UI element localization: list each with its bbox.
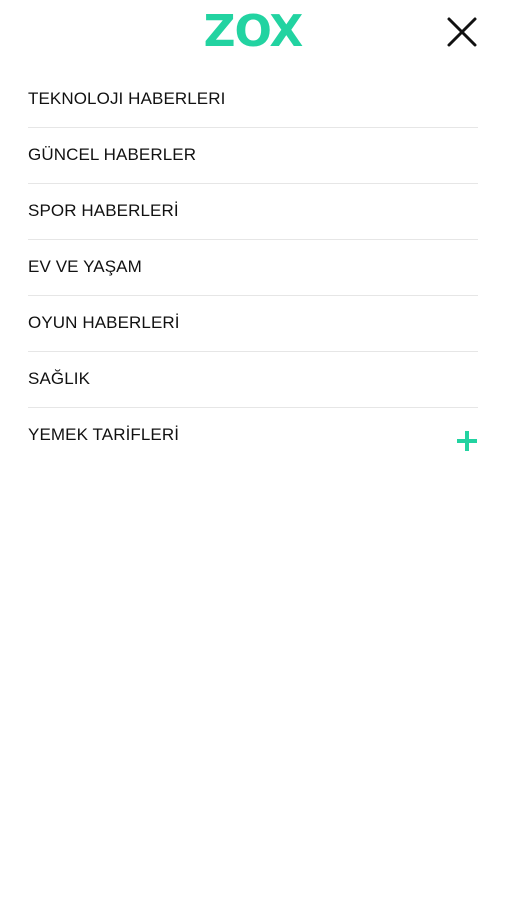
menu-item-ev-ve-yasam[interactable]: EV VE YAŞAM	[28, 240, 478, 296]
menu-item-label: SPOR HABERLERİ	[28, 201, 179, 220]
close-button[interactable]	[446, 16, 478, 48]
menu-item-saglik[interactable]: SAĞLIK	[28, 352, 478, 408]
menu-item-oyun-haberleri[interactable]: OYUN HABERLERİ	[28, 296, 478, 352]
menu-item-label: YEMEK TARİFLERİ	[28, 425, 180, 444]
header: ZOX	[0, 0, 506, 70]
plus-icon	[457, 431, 477, 451]
expand-submenu-button[interactable]	[456, 430, 478, 452]
logo[interactable]: ZOX	[0, 8, 506, 56]
menu-item-spor-haberleri[interactable]: SPOR HABERLERİ	[28, 184, 478, 240]
menu-item-label: TEKNOLOJI HABERLERI	[28, 89, 226, 108]
nav-menu: TEKNOLOJI HABERLERI GÜNCEL HABERLER SPOR…	[28, 72, 478, 463]
menu-item-label: EV VE YAŞAM	[28, 257, 142, 276]
menu-item-guncel-haberler[interactable]: GÜNCEL HABERLER	[28, 128, 478, 184]
menu-item-teknoloji-haberleri[interactable]: TEKNOLOJI HABERLERI	[28, 72, 478, 128]
menu-item-label: OYUN HABERLERİ	[28, 313, 180, 332]
menu-item-label: SAĞLIK	[28, 369, 91, 388]
close-icon	[447, 17, 477, 47]
menu-item-label: GÜNCEL HABERLER	[28, 145, 197, 164]
menu-item-yemek-tarifleri[interactable]: YEMEK TARİFLERİ	[28, 408, 478, 463]
